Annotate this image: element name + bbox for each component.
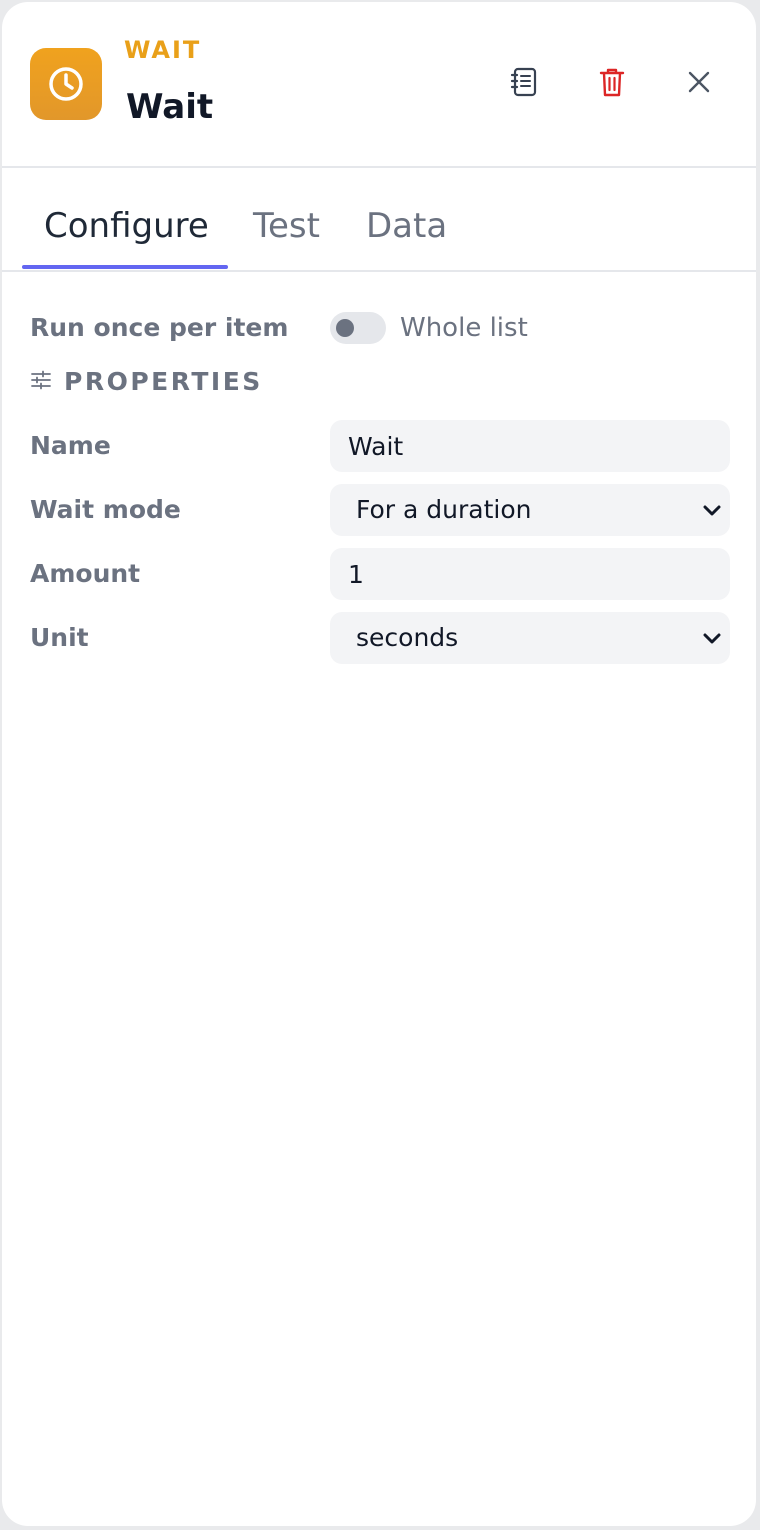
close-icon xyxy=(686,69,712,99)
node-type-label: WAIT xyxy=(124,36,202,64)
sliders-icon xyxy=(30,370,52,394)
node-config-panel: WAIT Wait Configure Test Data Run once p… xyxy=(2,2,756,1526)
clock-icon xyxy=(30,48,102,120)
name-input[interactable] xyxy=(330,420,730,472)
wait-mode-select[interactable]: For a duration xyxy=(330,484,730,536)
panel-header: WAIT Wait xyxy=(2,2,756,168)
trash-icon xyxy=(598,66,626,102)
notes-icon xyxy=(509,66,539,102)
unit-label: Unit xyxy=(30,623,89,652)
name-field[interactable] xyxy=(330,420,730,472)
properties-section-header: PROPERTIES xyxy=(30,366,263,398)
whole-list-label: Whole list xyxy=(400,313,528,343)
active-tab-indicator xyxy=(22,265,228,269)
tab-data[interactable]: Data xyxy=(366,202,447,250)
name-label: Name xyxy=(30,431,111,460)
delete-button[interactable] xyxy=(590,62,634,106)
toggle-knob xyxy=(336,319,354,337)
amount-label: Amount xyxy=(30,559,141,588)
wait-mode-value: For a duration xyxy=(356,495,532,524)
tab-configure[interactable]: Configure xyxy=(44,202,209,250)
chevron-down-icon xyxy=(702,500,722,520)
wait-mode-label: Wait mode xyxy=(30,495,181,524)
tab-test[interactable]: Test xyxy=(253,202,320,250)
whole-list-toggle[interactable] xyxy=(330,312,386,344)
amount-input[interactable] xyxy=(330,548,730,600)
amount-field[interactable] xyxy=(330,548,730,600)
run-mode-label: Run once per item xyxy=(30,313,289,342)
chevron-down-icon xyxy=(702,628,722,648)
close-button[interactable] xyxy=(677,62,721,106)
notes-button[interactable] xyxy=(502,62,546,106)
tab-bar: Configure Test Data xyxy=(2,168,756,272)
unit-select[interactable]: seconds xyxy=(330,612,730,664)
unit-value: seconds xyxy=(356,623,459,652)
node-title: Wait xyxy=(126,87,214,127)
properties-title: PROPERTIES xyxy=(64,367,263,396)
